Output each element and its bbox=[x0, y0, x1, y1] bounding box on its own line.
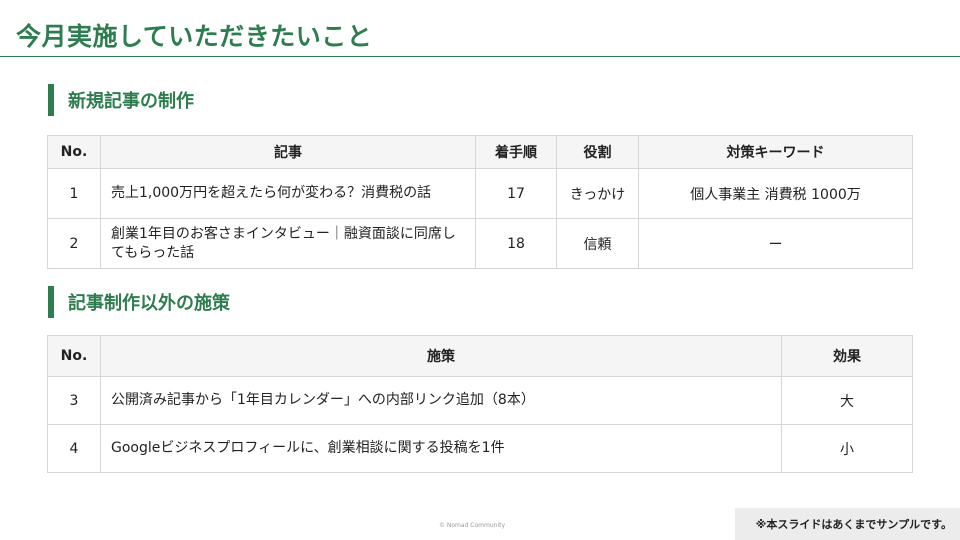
cell-order: 18 bbox=[475, 218, 557, 269]
table-row: 4 Googleビジネスプロフィールに、創業相談に関する投稿を1件 小 bbox=[47, 424, 913, 473]
other-measures-table: No. 施策 効果 3 公開済み記事から「1年目カレンダー」への内部リンク追加（… bbox=[47, 335, 913, 473]
cell-article: 創業1年目のお客さまインタビュー｜融資面談に同席してもらった話 bbox=[100, 218, 476, 269]
sample-disclaimer-badge: ※本スライドはあくまでサンプルです。 bbox=[735, 508, 960, 540]
cell-order: 17 bbox=[475, 168, 557, 219]
section-heading-label: 記事制作以外の施策 bbox=[68, 293, 230, 314]
column-header-order: 着手順 bbox=[475, 135, 557, 169]
column-header-no: No. bbox=[47, 335, 101, 377]
table-header-row: No. 記事 着手順 役割 対策キーワード bbox=[47, 135, 913, 169]
cell-measure: 公開済み記事から「1年目カレンダー」への内部リンク追加（8本） bbox=[100, 376, 782, 425]
column-header-role: 役割 bbox=[556, 135, 639, 169]
table-row: 2 創業1年目のお客さまインタビュー｜融資面談に同席してもらった話 18 信頼 … bbox=[47, 218, 913, 269]
cell-article: 売上1,000万円を超えたら何が変わる？消費税の話 bbox=[100, 168, 476, 219]
cell-role: きっかけ bbox=[556, 168, 639, 219]
column-header-measure: 施策 bbox=[100, 335, 782, 377]
section-heading-new-articles: 新規記事の制作 bbox=[48, 84, 194, 116]
cell-no: 2 bbox=[47, 218, 101, 269]
new-articles-table: No. 記事 着手順 役割 対策キーワード 1 売上1,000万円を超えたら何が… bbox=[47, 135, 913, 269]
section-accent-bar bbox=[48, 84, 54, 116]
cell-effect: 大 bbox=[781, 376, 913, 425]
section-heading-label: 新規記事の制作 bbox=[68, 91, 194, 112]
cell-no: 1 bbox=[47, 168, 101, 219]
column-header-keywords: 対策キーワード bbox=[638, 135, 913, 169]
title-divider bbox=[0, 56, 960, 57]
cell-keywords: 個人事業主 消費税 1000万 bbox=[638, 168, 913, 219]
column-header-effect: 効果 bbox=[781, 335, 913, 377]
cell-no: 4 bbox=[47, 424, 101, 473]
page-title: 今月実施していただきたいこと bbox=[16, 22, 373, 51]
section-accent-bar bbox=[48, 286, 54, 318]
cell-role: 信頼 bbox=[556, 218, 639, 269]
cell-no: 3 bbox=[47, 376, 101, 425]
section-heading-other-measures: 記事制作以外の施策 bbox=[48, 286, 230, 318]
column-header-no: No. bbox=[47, 135, 101, 169]
cell-keywords: ー bbox=[638, 218, 913, 269]
table-row: 1 売上1,000万円を超えたら何が変わる？消費税の話 17 きっかけ 個人事業… bbox=[47, 168, 913, 219]
column-header-article: 記事 bbox=[100, 135, 476, 169]
table-row: 3 公開済み記事から「1年目カレンダー」への内部リンク追加（8本） 大 bbox=[47, 376, 913, 425]
cell-measure: Googleビジネスプロフィールに、創業相談に関する投稿を1件 bbox=[100, 424, 782, 473]
table-header-row: No. 施策 効果 bbox=[47, 335, 913, 377]
cell-effect: 小 bbox=[781, 424, 913, 473]
